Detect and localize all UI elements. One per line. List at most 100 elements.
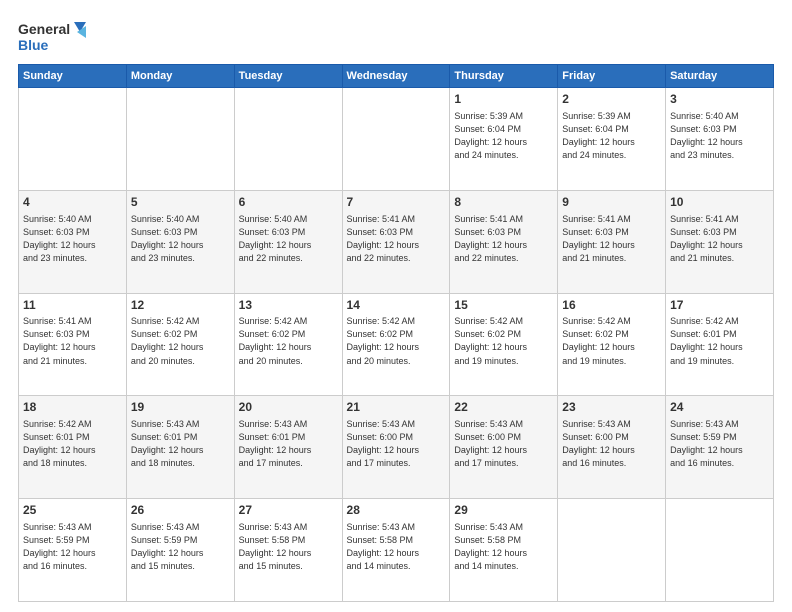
day-number: 8 <box>454 194 553 211</box>
day-number: 24 <box>670 399 769 416</box>
header-friday: Friday <box>558 65 666 88</box>
header-thursday: Thursday <box>450 65 558 88</box>
cell-w4-d3: 21 Sunrise: 5:43 AMSunset: 6:00 PMDayligh… <box>342 396 450 499</box>
day-number: 17 <box>670 297 769 314</box>
week-row-3: 11Sunrise: 5:41 AMSunset: 6:03 PMDayligh… <box>19 293 774 396</box>
cell-w4-d6: 24 Sunrise: 5:43 AMSunset: 5:59 PMDayligh… <box>666 396 774 499</box>
day-info: Sunrise: 5:42 AMSunset: 6:02 PMDaylight:… <box>454 315 553 367</box>
day-number: 26 <box>131 502 230 519</box>
cell-w2-d4: 8 Sunrise: 5:41 AMSunset: 6:03 PMDaylight… <box>450 190 558 293</box>
day-number: 28 <box>347 502 446 519</box>
logo-svg: General Blue <box>18 18 88 56</box>
day-info: Sunrise: 5:43 AMSunset: 5:59 PMDaylight:… <box>670 418 769 470</box>
day-number: 20 <box>239 399 338 416</box>
calendar-table: SundayMondayTuesdayWednesdayThursdayFrid… <box>18 64 774 602</box>
day-number: 2 <box>562 91 661 108</box>
cell-w3-d6: 17Sunrise: 5:42 AMSunset: 6:01 PMDayligh… <box>666 293 774 396</box>
calendar-header-row: SundayMondayTuesdayWednesdayThursdayFrid… <box>19 65 774 88</box>
cell-w5-d1: 26 Sunrise: 5:43 AMSunset: 5:59 PMDayligh… <box>126 499 234 602</box>
day-info: Sunrise: 5:41 AMSunset: 6:03 PMDaylight:… <box>23 315 122 367</box>
day-number: 6 <box>239 194 338 211</box>
day-info: Sunrise: 5:43 AMSunset: 6:00 PMDaylight:… <box>454 418 553 470</box>
day-info: Sunrise: 5:43 AMSunset: 6:00 PMDaylight:… <box>562 418 661 470</box>
logo: General Blue <box>18 18 88 56</box>
day-number: 10 <box>670 194 769 211</box>
cell-w5-d6 <box>666 499 774 602</box>
cell-w1-d1 <box>126 88 234 191</box>
day-number: 27 <box>239 502 338 519</box>
day-number: 25 <box>23 502 122 519</box>
day-number: 19 <box>131 399 230 416</box>
day-info: Sunrise: 5:40 AMSunset: 6:03 PMDaylight:… <box>239 213 338 265</box>
day-number: 11 <box>23 297 122 314</box>
header-saturday: Saturday <box>666 65 774 88</box>
day-number: 16 <box>562 297 661 314</box>
svg-text:Blue: Blue <box>18 37 49 53</box>
day-info: Sunrise: 5:42 AMSunset: 6:02 PMDaylight:… <box>562 315 661 367</box>
day-info: Sunrise: 5:40 AMSunset: 6:03 PMDaylight:… <box>131 213 230 265</box>
day-number: 3 <box>670 91 769 108</box>
day-number: 7 <box>347 194 446 211</box>
day-number: 18 <box>23 399 122 416</box>
day-info: Sunrise: 5:41 AMSunset: 6:03 PMDaylight:… <box>670 213 769 265</box>
day-info: Sunrise: 5:42 AMSunset: 6:02 PMDaylight:… <box>131 315 230 367</box>
day-number: 1 <box>454 91 553 108</box>
cell-w5-d4: 29 Sunrise: 5:43 AMSunset: 5:58 PMDayligh… <box>450 499 558 602</box>
day-number: 23 <box>562 399 661 416</box>
day-info: Sunrise: 5:43 AMSunset: 6:01 PMDaylight:… <box>239 418 338 470</box>
day-info: Sunrise: 5:41 AMSunset: 6:03 PMDaylight:… <box>562 213 661 265</box>
cell-w1-d5: 2 Sunrise: 5:39 AMSunset: 6:04 PMDaylight… <box>558 88 666 191</box>
week-row-5: 25 Sunrise: 5:43 AMSunset: 5:59 PMDayligh… <box>19 499 774 602</box>
cell-w3-d0: 11Sunrise: 5:41 AMSunset: 6:03 PMDayligh… <box>19 293 127 396</box>
cell-w3-d2: 13Sunrise: 5:42 AMSunset: 6:02 PMDayligh… <box>234 293 342 396</box>
day-info: Sunrise: 5:43 AMSunset: 5:58 PMDaylight:… <box>347 521 446 573</box>
svg-text:General: General <box>18 21 70 37</box>
cell-w1-d0 <box>19 88 127 191</box>
cell-w1-d4: 1 Sunrise: 5:39 AMSunset: 6:04 PMDaylight… <box>450 88 558 191</box>
cell-w2-d3: 7 Sunrise: 5:41 AMSunset: 6:03 PMDaylight… <box>342 190 450 293</box>
cell-w1-d6: 3 Sunrise: 5:40 AMSunset: 6:03 PMDaylight… <box>666 88 774 191</box>
header: General Blue <box>18 18 774 56</box>
cell-w5-d0: 25 Sunrise: 5:43 AMSunset: 5:59 PMDayligh… <box>19 499 127 602</box>
day-info: Sunrise: 5:41 AMSunset: 6:03 PMDaylight:… <box>347 213 446 265</box>
cell-w3-d5: 16Sunrise: 5:42 AMSunset: 6:02 PMDayligh… <box>558 293 666 396</box>
day-number: 29 <box>454 502 553 519</box>
day-info: Sunrise: 5:43 AMSunset: 5:59 PMDaylight:… <box>23 521 122 573</box>
cell-w4-d1: 19Sunrise: 5:43 AMSunset: 6:01 PMDayligh… <box>126 396 234 499</box>
day-info: Sunrise: 5:43 AMSunset: 5:58 PMDaylight:… <box>454 521 553 573</box>
cell-w4-d2: 20 Sunrise: 5:43 AMSunset: 6:01 PMDayligh… <box>234 396 342 499</box>
day-number: 9 <box>562 194 661 211</box>
day-info: Sunrise: 5:42 AMSunset: 6:01 PMDaylight:… <box>670 315 769 367</box>
day-info: Sunrise: 5:40 AMSunset: 6:03 PMDaylight:… <box>670 110 769 162</box>
cell-w3-d1: 12Sunrise: 5:42 AMSunset: 6:02 PMDayligh… <box>126 293 234 396</box>
day-number: 21 <box>347 399 446 416</box>
day-info: Sunrise: 5:41 AMSunset: 6:03 PMDaylight:… <box>454 213 553 265</box>
cell-w2-d1: 5 Sunrise: 5:40 AMSunset: 6:03 PMDaylight… <box>126 190 234 293</box>
header-wednesday: Wednesday <box>342 65 450 88</box>
day-number: 22 <box>454 399 553 416</box>
day-number: 5 <box>131 194 230 211</box>
day-number: 4 <box>23 194 122 211</box>
day-number: 15 <box>454 297 553 314</box>
day-info: Sunrise: 5:43 AMSunset: 6:00 PMDaylight:… <box>347 418 446 470</box>
cell-w2-d6: 10 Sunrise: 5:41 AMSunset: 6:03 PMDayligh… <box>666 190 774 293</box>
day-info: Sunrise: 5:42 AMSunset: 6:01 PMDaylight:… <box>23 418 122 470</box>
day-number: 12 <box>131 297 230 314</box>
page: General Blue SundayMondayTuesdayWednesda… <box>0 0 792 612</box>
day-info: Sunrise: 5:39 AMSunset: 6:04 PMDaylight:… <box>454 110 553 162</box>
cell-w4-d4: 22 Sunrise: 5:43 AMSunset: 6:00 PMDayligh… <box>450 396 558 499</box>
cell-w1-d3 <box>342 88 450 191</box>
day-info: Sunrise: 5:42 AMSunset: 6:02 PMDaylight:… <box>347 315 446 367</box>
day-number: 14 <box>347 297 446 314</box>
week-row-4: 18 Sunrise: 5:42 AMSunset: 6:01 PMDayligh… <box>19 396 774 499</box>
cell-w2-d0: 4 Sunrise: 5:40 AMSunset: 6:03 PMDaylight… <box>19 190 127 293</box>
cell-w4-d5: 23 Sunrise: 5:43 AMSunset: 6:00 PMDayligh… <box>558 396 666 499</box>
cell-w3-d3: 14Sunrise: 5:42 AMSunset: 6:02 PMDayligh… <box>342 293 450 396</box>
cell-w2-d2: 6 Sunrise: 5:40 AMSunset: 6:03 PMDaylight… <box>234 190 342 293</box>
header-sunday: Sunday <box>19 65 127 88</box>
day-info: Sunrise: 5:40 AMSunset: 6:03 PMDaylight:… <box>23 213 122 265</box>
day-info: Sunrise: 5:43 AMSunset: 5:59 PMDaylight:… <box>131 521 230 573</box>
week-row-2: 4 Sunrise: 5:40 AMSunset: 6:03 PMDaylight… <box>19 190 774 293</box>
day-info: Sunrise: 5:39 AMSunset: 6:04 PMDaylight:… <box>562 110 661 162</box>
cell-w3-d4: 15Sunrise: 5:42 AMSunset: 6:02 PMDayligh… <box>450 293 558 396</box>
